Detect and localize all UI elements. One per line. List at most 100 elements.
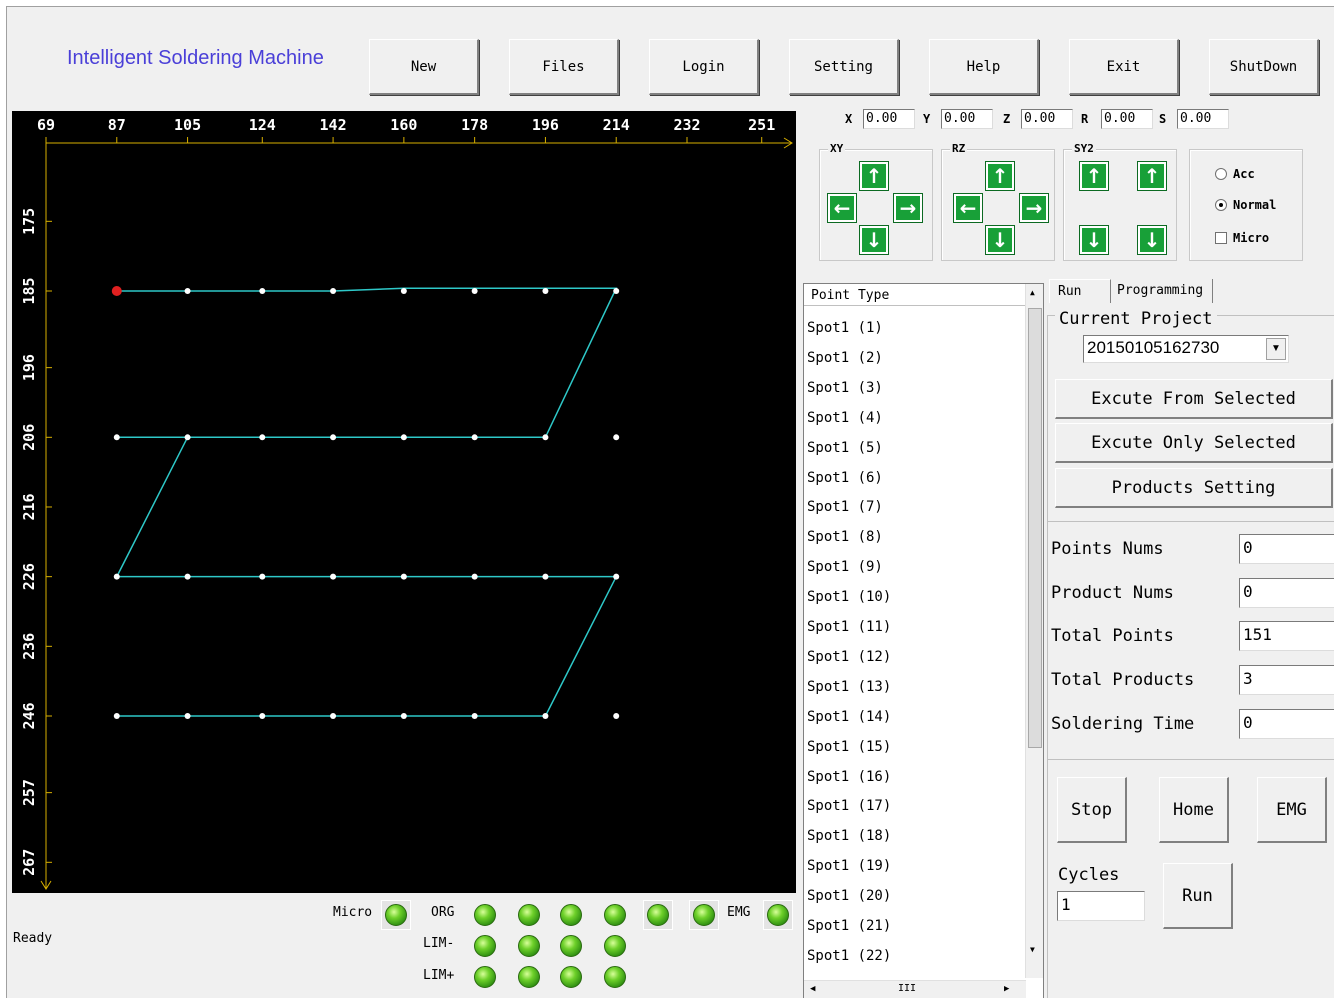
solder-point[interactable]: [259, 288, 266, 294]
solder-point[interactable]: [113, 434, 120, 441]
shutdown-button[interactable]: ShutDown: [1209, 39, 1319, 95]
list-scroll-thumb[interactable]: [1028, 308, 1042, 748]
solder-point[interactable]: [184, 573, 191, 580]
solder-point[interactable]: [400, 434, 407, 441]
stop-button[interactable]: Stop: [1057, 777, 1127, 843]
solder-point[interactable]: [113, 713, 120, 719]
solder-point[interactable]: [471, 434, 478, 441]
solder-point[interactable]: [184, 434, 191, 441]
solder-point[interactable]: [542, 573, 549, 580]
list-item[interactable]: Spot1 (7): [804, 493, 1026, 523]
solder-point[interactable]: [542, 434, 549, 441]
solder-point[interactable]: [471, 713, 478, 719]
xy-down-arrow-icon[interactable]: ↓: [859, 225, 889, 255]
solder-point[interactable]: [400, 288, 407, 294]
acc-radio-icon[interactable]: [1215, 168, 1227, 180]
solder-point[interactable]: [613, 434, 620, 441]
new-button[interactable]: New: [369, 39, 479, 95]
scroll-right-icon[interactable]: ▶: [1004, 984, 1009, 994]
help-button[interactable]: Help: [929, 39, 1039, 95]
home-button[interactable]: Home: [1159, 777, 1229, 843]
solder-point[interactable]: [330, 434, 337, 441]
s-up-arrow-icon[interactable]: ↑: [1079, 161, 1109, 191]
list-item[interactable]: Spot1 (21): [804, 912, 1026, 942]
list-item[interactable]: Spot1 (11): [804, 613, 1026, 643]
point-type-header[interactable]: Point Type: [804, 284, 1026, 306]
xy-left-arrow-icon[interactable]: ←: [827, 193, 857, 223]
scroll-left-icon[interactable]: ◀: [810, 984, 815, 994]
list-item[interactable]: Spot1 (12): [804, 643, 1026, 673]
chevron-down-icon[interactable]: ▼: [1266, 338, 1286, 360]
acc-mode-option[interactable]: Acc: [1215, 167, 1255, 181]
solder-point[interactable]: [330, 288, 337, 294]
solder-point[interactable]: [259, 713, 266, 719]
solder-point[interactable]: [330, 573, 337, 580]
rz-left-arrow-icon[interactable]: ←: [953, 193, 983, 223]
solder-point[interactable]: [259, 434, 266, 441]
normal-mode-option[interactable]: Normal: [1215, 198, 1276, 212]
s-coord-field[interactable]: 0.00: [1177, 109, 1229, 129]
list-item[interactable]: Spot1 (22): [804, 942, 1026, 972]
list-item[interactable]: Spot1 (9): [804, 553, 1026, 583]
solder-point[interactable]: [400, 573, 407, 580]
solder-point[interactable]: [613, 713, 620, 719]
list-horizontal-scrollbar[interactable]: ◀ III ▶: [804, 980, 1026, 998]
total-products-field[interactable]: 3: [1239, 665, 1334, 695]
list-item[interactable]: Spot1 (20): [804, 882, 1026, 912]
setting-button[interactable]: Setting: [789, 39, 899, 95]
exit-button[interactable]: Exit: [1069, 39, 1179, 95]
rz-up-arrow-icon[interactable]: ↑: [985, 161, 1015, 191]
list-vertical-scrollbar[interactable]: ▲ ▼: [1025, 284, 1043, 978]
path-canvas[interactable]: 69 87 105 124 142 160 178 196 214 232 251 175 185 196…: [12, 111, 796, 893]
point-list[interactable]: Point Type Spot1 (1) Spot1 (2) Spot1 (3) Sp…: [803, 283, 1044, 998]
solder-point[interactable]: [613, 573, 620, 580]
project-select[interactable]: 20150105162730 ▼: [1083, 335, 1289, 363]
z-coord-field[interactable]: 0.00: [1021, 109, 1073, 129]
solder-point[interactable]: [184, 288, 191, 294]
products-setting-button[interactable]: Products Setting: [1055, 468, 1333, 508]
solder-point[interactable]: [613, 288, 620, 294]
solder-point[interactable]: [184, 713, 191, 719]
list-item[interactable]: Spot1 (15): [804, 733, 1026, 763]
list-item[interactable]: Spot1 (6): [804, 464, 1026, 494]
solder-point[interactable]: [330, 713, 337, 719]
micro-checkbox-icon[interactable]: [1215, 232, 1227, 244]
list-item[interactable]: Spot1 (17): [804, 792, 1026, 822]
product-nums-field[interactable]: 0: [1239, 578, 1334, 608]
rz-down-arrow-icon[interactable]: ↓: [985, 225, 1015, 255]
list-item[interactable]: Spot1 (5): [804, 434, 1026, 464]
list-item[interactable]: Spot1 (2): [804, 344, 1026, 374]
rz-right-arrow-icon[interactable]: →: [1019, 193, 1049, 223]
solder-point[interactable]: [471, 288, 478, 294]
list-item[interactable]: Spot1 (16): [804, 763, 1026, 793]
list-item[interactable]: Spot1 (18): [804, 822, 1026, 852]
list-item[interactable]: Spot1 (8): [804, 523, 1026, 553]
excute-only-selected-button[interactable]: Excute Only Selected: [1055, 423, 1333, 463]
x-coord-field[interactable]: 0.00: [863, 109, 915, 129]
list-item[interactable]: Spot1 (4): [804, 404, 1026, 434]
list-item[interactable]: Spot1 (13): [804, 673, 1026, 703]
list-item[interactable]: Spot1 (14): [804, 703, 1026, 733]
y2-down-arrow-icon[interactable]: ↓: [1137, 225, 1167, 255]
run-button[interactable]: Run: [1163, 863, 1233, 929]
list-item[interactable]: Spot1 (10): [804, 583, 1026, 613]
list-item[interactable]: Spot1 (3): [804, 374, 1026, 404]
s-down-arrow-icon[interactable]: ↓: [1079, 225, 1109, 255]
micro-mode-option[interactable]: Micro: [1215, 231, 1269, 245]
normal-radio-icon[interactable]: [1215, 199, 1227, 211]
list-item[interactable]: Spot1 (1): [804, 314, 1026, 344]
xy-up-arrow-icon[interactable]: ↑: [859, 161, 889, 191]
scroll-down-icon[interactable]: ▼: [1030, 945, 1035, 954]
login-button[interactable]: Login: [649, 39, 759, 95]
total-points-field[interactable]: 151: [1239, 621, 1334, 651]
tab-run[interactable]: Run: [1049, 279, 1111, 303]
scroll-up-icon[interactable]: ▲: [1030, 288, 1035, 297]
solder-point[interactable]: [259, 573, 266, 580]
list-item[interactable]: Spot1 (19): [804, 852, 1026, 882]
points-nums-field[interactable]: 0: [1239, 534, 1334, 564]
hscroll-grip[interactable]: III: [898, 983, 916, 994]
cycles-field[interactable]: 1: [1057, 891, 1145, 921]
emg-button[interactable]: EMG: [1257, 777, 1327, 843]
y-coord-field[interactable]: 0.00: [941, 109, 993, 129]
r-coord-field[interactable]: 0.00: [1101, 109, 1153, 129]
